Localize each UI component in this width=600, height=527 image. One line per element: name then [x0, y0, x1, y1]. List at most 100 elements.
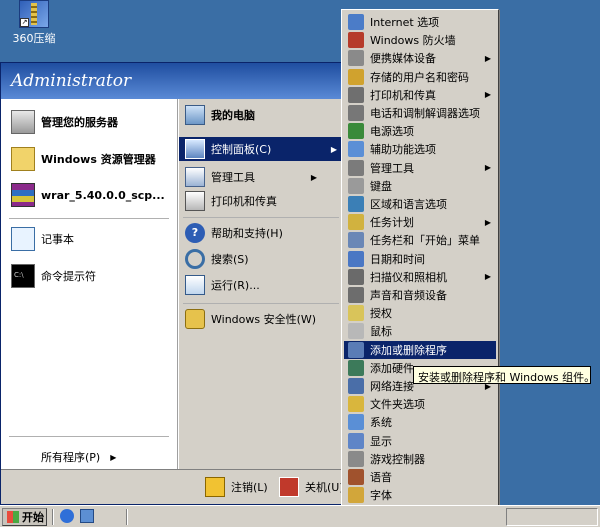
tooltip: 安装或删除程序和 Windows 组件。	[413, 366, 595, 384]
submenu-item[interactable]: 显示	[344, 432, 496, 450]
command-prompt-icon: C:\	[11, 264, 35, 288]
help-support-item[interactable]: ? 帮助和支持(H)	[185, 223, 283, 243]
start-button[interactable]: 开始	[2, 508, 47, 526]
control-panel-applet-icon	[348, 487, 364, 504]
server-icon	[11, 110, 35, 134]
windows-flag-icon	[7, 511, 19, 523]
submenu-item-label: 区域和语言选项	[370, 198, 447, 211]
command-prompt-item[interactable]: C:\ 命令提示符	[11, 264, 96, 288]
control-panel-applet-icon	[348, 32, 364, 49]
run-icon	[185, 275, 205, 295]
submenu-item[interactable]: 键盘	[344, 177, 496, 195]
submenu-item[interactable]: 辅助功能选项	[344, 140, 496, 158]
submenu-item[interactable]: 日期和时间	[344, 250, 496, 268]
submenu-item-label: 添加硬件	[370, 361, 414, 375]
submenu-item[interactable]: 鼠标	[344, 322, 496, 340]
control-panel-applet-icon	[348, 141, 364, 158]
submenu-item-label: 存储的用户名和密码	[370, 70, 469, 84]
logoff-button[interactable]: 注销(L)	[205, 477, 268, 497]
submenu-item[interactable]: 扫描仪和照相机 ▶	[344, 268, 496, 286]
control-panel-applet-icon	[348, 268, 364, 285]
submenu-item-label: 网络连接	[370, 380, 414, 393]
submenu-item[interactable]: 声音和音频设备	[344, 286, 496, 304]
control-panel-applet-icon	[348, 414, 364, 431]
triangle-right-icon: ▶	[330, 144, 337, 154]
key-icon	[205, 477, 225, 497]
submenu-item[interactable]: 电源选项	[344, 122, 496, 140]
control-panel-applet-icon	[348, 359, 364, 376]
control-panel-submenu: Internet 选项 Windows 防火墙 便携媒体设备 ▶ 存储的用户名和密码 打印…	[341, 9, 499, 523]
run-item[interactable]: 运行(R)...	[185, 275, 260, 295]
submenu-item-label: 任务计划	[370, 216, 414, 230]
control-panel-applet-icon	[348, 250, 364, 267]
submenu-item-label: 便携媒体设备	[370, 52, 436, 66]
submenu-item[interactable]: 字体	[344, 486, 496, 504]
submenu-item[interactable]: Windows 防火墙	[344, 31, 496, 49]
my-computer-item[interactable]: 我的电脑	[185, 105, 255, 125]
submenu-item[interactable]: Internet 选项	[344, 13, 496, 31]
shutdown-button[interactable]: 关机(U)	[279, 477, 344, 497]
desktop-icon-360zip[interactable]: ↗ 360压缩	[8, 0, 60, 46]
windows-security-item[interactable]: Windows 安全性(W)	[185, 309, 316, 329]
search-item[interactable]: 搜索(S)	[185, 249, 249, 269]
submenu-item-label: Windows 防火墙	[370, 34, 456, 48]
submenu-item-label: 管理工具	[370, 161, 414, 175]
winrar-icon	[11, 183, 35, 207]
submenu-item[interactable]: 管理工具 ▶	[344, 159, 496, 177]
control-panel-applet-icon	[348, 214, 364, 231]
taskbar: 开始	[0, 505, 600, 527]
submenu-item-label: 打印机和传真	[370, 88, 436, 102]
control-panel-applet-icon	[348, 450, 364, 467]
start-menu-bottom-bar: 注销(L) 关机(U)	[1, 469, 344, 504]
shortcut-arrow-icon: ↗	[20, 18, 29, 27]
start-menu: Administrator 管理您的服务器 Windows 资源管理器 wrar…	[0, 62, 344, 505]
control-panel-applet-icon	[348, 14, 364, 30]
submenu-item-label: 鼠标	[370, 325, 392, 339]
computer-icon	[185, 105, 205, 125]
triangle-right-icon: ▶	[484, 272, 491, 282]
quick-launch-ie-icon[interactable]	[60, 509, 74, 523]
search-icon	[185, 249, 205, 269]
folder-search-icon	[11, 147, 35, 171]
submenu-item[interactable]: 电话和调制解调器选项	[344, 104, 496, 122]
control-panel-applet-icon	[348, 323, 364, 340]
submenu-item-label: 游戏控制器	[370, 452, 425, 466]
submenu-item[interactable]: 区域和语言选项	[344, 195, 496, 213]
submenu-item[interactable]: 便携媒体设备 ▶	[344, 49, 496, 67]
windows-explorer-item[interactable]: Windows 资源管理器	[11, 147, 156, 171]
submenu-item-label: 添加或删除程序	[370, 343, 447, 357]
control-panel-applet-icon	[348, 123, 364, 140]
submenu-item[interactable]: 打印机和传真 ▶	[344, 86, 496, 104]
admin-tools-item[interactable]: 管理工具 ▶	[185, 167, 317, 187]
submenu-item[interactable]: 存储的用户名和密码	[344, 68, 496, 86]
start-menu-left-pane: 管理您的服务器 Windows 资源管理器 wrar_5.40.0.0_scp.…	[1, 99, 178, 469]
control-panel-applet-icon	[348, 432, 364, 449]
submenu-item[interactable]: 系统	[344, 413, 496, 431]
winrar-item[interactable]: wrar_5.40.0.0_scp...	[11, 183, 165, 207]
manage-server-item[interactable]: 管理您的服务器	[11, 110, 118, 134]
quick-launch-desktop-icon[interactable]	[80, 509, 94, 523]
control-panel-item[interactable]: 控制面板(C) ▶	[179, 137, 343, 161]
admin-tools-icon	[185, 167, 205, 187]
submenu-item[interactable]: 语音	[344, 468, 496, 486]
submenu-item[interactable]: 游戏控制器	[344, 450, 496, 468]
submenu-item-label: 授权	[370, 307, 392, 321]
control-panel-applet-icon	[348, 196, 364, 212]
submenu-item-label: 电源选项	[370, 125, 414, 139]
submenu-item[interactable]: 任务栏和「开始」菜单	[344, 231, 496, 249]
system-tray	[506, 508, 598, 526]
submenu-item[interactable]: 授权	[344, 304, 496, 322]
submenu-item[interactable]: 文件夹选项	[344, 395, 496, 413]
start-menu-right-pane: 我的电脑 控制面板(C) ▶ 管理工具 ▶ 打印机和传真 ? 帮助和支持(H) …	[179, 99, 343, 469]
submenu-item-label: 声音和音频设备	[370, 289, 447, 302]
notepad-item[interactable]: 记事本	[11, 227, 74, 251]
submenu-item[interactable]: 添加或删除程序	[344, 340, 496, 359]
all-programs-item[interactable]: 所有程序(P) ▶	[41, 449, 116, 465]
triangle-right-icon: ▶	[484, 90, 491, 100]
notepad-icon	[11, 227, 35, 251]
printers-fax-item[interactable]: 打印机和传真	[185, 191, 277, 211]
triangle-right-icon: ▶	[484, 217, 491, 227]
submenu-item-label: 显示	[370, 434, 392, 448]
printer-icon	[185, 191, 205, 211]
submenu-item[interactable]: 任务计划 ▶	[344, 213, 496, 231]
